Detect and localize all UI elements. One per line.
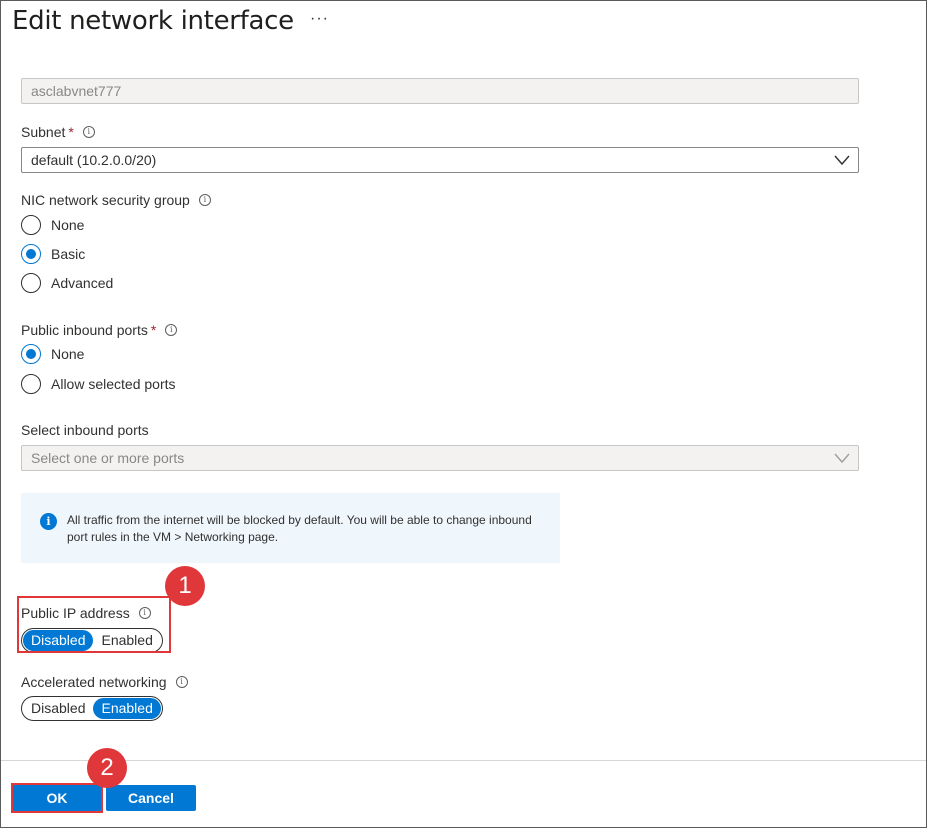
radio-selected-icon[interactable] — [21, 244, 41, 264]
nsg-option-none[interactable]: None — [21, 215, 84, 235]
subnet-dropdown[interactable]: default (10.2.0.0/20) — [21, 147, 859, 173]
accel-disabled-option[interactable]: Disabled — [23, 698, 93, 719]
cancel-button[interactable]: Cancel — [106, 785, 196, 811]
inbound-option-label: Allow selected ports — [51, 376, 176, 392]
chevron-down-icon — [834, 155, 850, 166]
more-options-icon[interactable]: ··· — [310, 10, 329, 28]
info-message-box: i All traffic from the internet will be … — [21, 493, 560, 563]
nsg-label-text: NIC network security group — [21, 192, 190, 208]
highlight-box-public-ip — [17, 596, 171, 653]
subnet-label: Subnet * i — [21, 124, 95, 140]
info-icon[interactable]: i — [198, 194, 211, 206]
info-icon[interactable]: i — [82, 126, 95, 138]
inbound-ports-label: Public inbound ports * i — [21, 322, 178, 338]
required-marker: * — [150, 322, 157, 338]
info-icon[interactable]: i — [165, 324, 178, 336]
radio-selected-icon[interactable] — [21, 344, 41, 364]
inbound-option-label: None — [51, 346, 85, 362]
virtual-network-label-partial — [21, 54, 141, 68]
radio-unselected-icon[interactable] — [21, 273, 41, 293]
radio-unselected-icon[interactable] — [21, 374, 41, 394]
accel-enabled-option[interactable]: Enabled — [93, 698, 161, 719]
select-ports-label: Select inbound ports — [21, 422, 149, 438]
nsg-option-advanced[interactable]: Advanced — [21, 273, 113, 293]
inbound-ports-label-text: Public inbound ports — [21, 322, 148, 338]
subnet-label-text: Subnet — [21, 124, 66, 140]
info-filled-icon: i — [40, 513, 57, 530]
nsg-option-label: Advanced — [51, 275, 114, 291]
highlight-box-ok — [11, 783, 103, 813]
callout-badge-1: 1 — [165, 566, 205, 606]
virtual-network-field: asclabvnet777 — [21, 78, 859, 104]
radio-unselected-icon[interactable] — [21, 215, 41, 235]
nsg-option-label: None — [51, 217, 85, 233]
subnet-value: default (10.2.0.0/20) — [31, 152, 157, 168]
accelerated-networking-toggle[interactable]: Disabled Enabled — [21, 696, 163, 721]
required-marker: * — [68, 124, 74, 140]
callout-badge-2: 2 — [87, 748, 127, 788]
chevron-down-icon — [834, 453, 850, 464]
info-icon[interactable]: i — [175, 676, 188, 688]
accelerated-networking-label: Accelerated networking i — [21, 674, 188, 690]
select-ports-placeholder: Select one or more ports — [31, 450, 185, 466]
footer-divider — [1, 760, 926, 761]
nsg-label: NIC network security group i — [21, 192, 211, 208]
nsg-option-basic[interactable]: Basic — [21, 244, 85, 264]
inbound-option-none[interactable]: None — [21, 344, 84, 364]
inbound-option-allow-selected[interactable]: Allow selected ports — [21, 374, 176, 394]
info-message-text: All traffic from the internet will be bl… — [67, 513, 532, 544]
page-title: Edit network interface — [12, 6, 294, 36]
select-ports-dropdown: Select one or more ports — [21, 445, 859, 471]
nsg-option-label: Basic — [51, 246, 86, 262]
accelerated-networking-label-text: Accelerated networking — [21, 674, 167, 690]
